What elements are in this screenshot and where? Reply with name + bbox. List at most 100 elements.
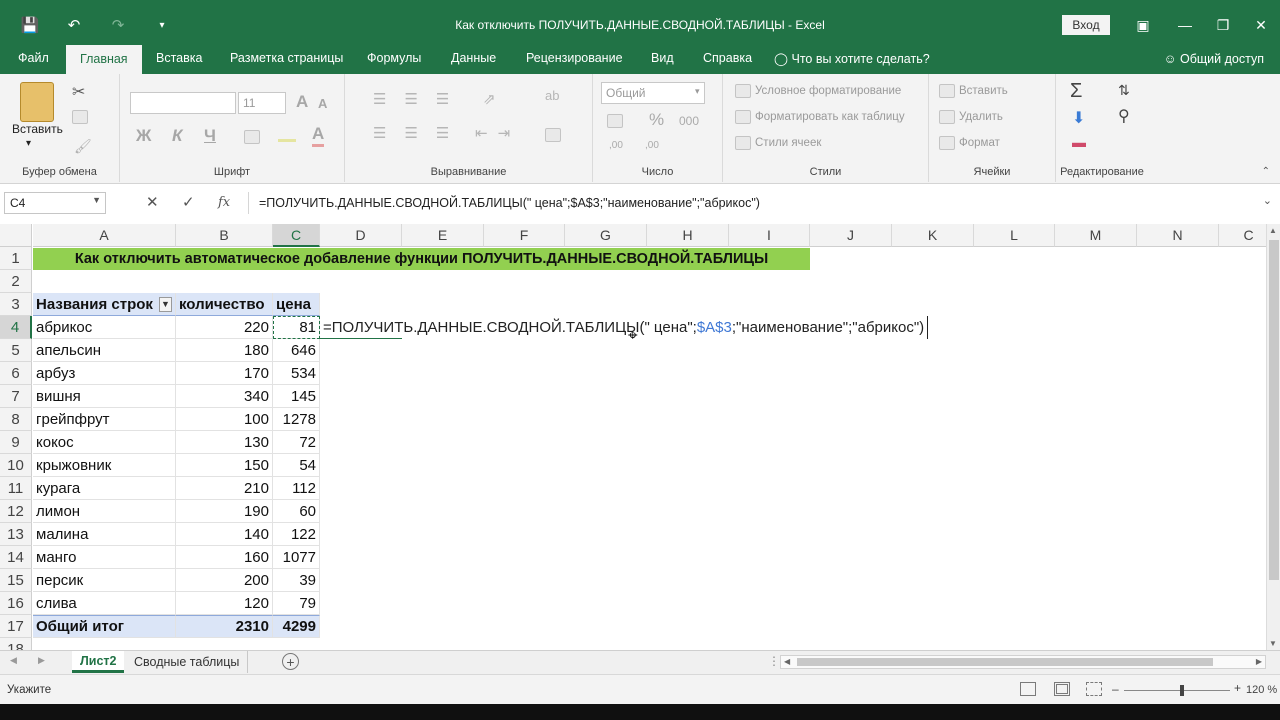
row-header-13[interactable]: 13 [0,523,32,546]
format-as-table-button[interactable]: Форматировать как таблицу [735,110,905,124]
horizontal-scrollbar[interactable]: ◀ ▶ [780,655,1266,669]
tell-me-search[interactable]: ◯ Что вы хотите сделать? [774,51,930,66]
row-header-5[interactable]: 5 [0,339,32,362]
vertical-align-icons[interactable]: ☰☰☰ [373,90,467,108]
row-header-16[interactable]: 16 [0,592,32,615]
worksheet-grid[interactable]: A B C D E F G H I J K L M N C 1 2 3 4 5 … [0,224,1266,650]
wrap-text-icon[interactable]: ab [545,88,559,103]
pivot-row-label[interactable]: персик [33,569,176,592]
row-header-9[interactable]: 9 [0,431,32,454]
pivot-quantity-cell[interactable]: 160 [176,546,273,569]
tab-formulas[interactable]: Формулы [367,51,421,65]
select-all-button[interactable] [0,224,32,247]
scroll-right-icon[interactable]: ▶ [1256,657,1262,666]
pivot-price-cell[interactable]: 54 [273,454,320,477]
tab-page-layout[interactable]: Разметка страницы [230,51,343,65]
cut-icon[interactable]: ✂ [72,82,85,102]
pivot-quantity-cell[interactable]: 120 [176,592,273,615]
column-header-j[interactable]: J [810,224,892,247]
tab-file[interactable]: Файл [18,51,49,65]
pivot-price-cell[interactable]: 1077 [273,546,320,569]
cell-styles-button[interactable]: Стили ячеек [735,136,821,150]
tab-split-handle-icon[interactable]: ⋮ [768,654,780,668]
horizontal-align-icons[interactable]: ☰☰☰ [373,124,467,142]
formula-input[interactable]: =ПОЛУЧИТЬ.ДАННЫЕ.СВОДНОЙ.ТАБЛИЦЫ(" цена"… [248,192,1256,214]
tab-data[interactable]: Данные [451,51,496,65]
sheet-next-icon[interactable]: ▶ [38,655,45,666]
merge-center-icon[interactable] [545,128,561,142]
copy-icon[interactable] [72,110,88,124]
fill-icon[interactable]: ⬇ [1072,108,1085,128]
paste-button[interactable]: Вставить [12,122,63,136]
format-painter-icon[interactable]: 🖌 [74,138,92,155]
add-sheet-icon[interactable]: + [282,653,299,670]
page-layout-view-icon[interactable] [1054,682,1070,696]
shrink-font-icon[interactable]: A [318,96,327,111]
row-header-3[interactable]: 3 [0,293,32,316]
title-banner-cell[interactable]: Как отключить автоматическое добавление … [33,248,810,270]
pivot-header-quantity[interactable]: количество [176,293,273,316]
row-header-4[interactable]: 4 [0,316,32,339]
column-header-l[interactable]: L [974,224,1055,247]
sort-filter-icon[interactable]: ⇅ [1118,82,1130,99]
column-header-o[interactable]: C [1219,224,1266,247]
row-header-2[interactable]: 2 [0,270,32,293]
pivot-price-cell[interactable]: 79 [273,592,320,615]
tab-home[interactable]: Главная [66,45,142,74]
format-cells-button[interactable]: Формат [939,136,1000,150]
sheet-prev-icon[interactable]: ◀ [10,655,17,666]
pivot-quantity-cell[interactable]: 150 [176,454,273,477]
filter-dropdown-icon[interactable]: ▼ [158,296,172,312]
column-header-e[interactable]: E [402,224,484,247]
scroll-up-icon[interactable]: ▲ [1269,226,1277,235]
pivot-row-label[interactable]: грейпфрут [33,408,176,431]
row-header-6[interactable]: 6 [0,362,32,385]
row-header-17[interactable]: 17 [0,615,32,638]
pivot-price-cell[interactable]: 145 [273,385,320,408]
pivot-quantity-cell[interactable]: 140 [176,523,273,546]
page-break-view-icon[interactable] [1086,682,1102,696]
column-header-d[interactable]: D [320,224,402,247]
pivot-quantity-cell[interactable]: 170 [176,362,273,385]
column-header-g[interactable]: G [565,224,647,247]
font-name-input[interactable] [130,92,236,114]
pivot-quantity-cell[interactable]: 340 [176,385,273,408]
conditional-formatting-button[interactable]: Условное форматирование [735,84,901,98]
pivot-row-label[interactable]: малина [33,523,176,546]
paste-dropdown-icon[interactable]: ▾ [26,138,31,149]
column-header-h[interactable]: H [647,224,729,247]
row-header-14[interactable]: 14 [0,546,32,569]
pivot-price-cell[interactable]: 122 [273,523,320,546]
pivot-price-cell[interactable]: 72 [273,431,320,454]
column-header-c[interactable]: C [273,224,320,247]
sheet-tab-pivot-tables[interactable]: Сводные таблицы [126,651,249,673]
pivot-row-label[interactable]: крыжовник [33,454,176,477]
number-format-dropdown-icon[interactable]: ▾ [695,86,700,97]
row-header-18[interactable]: 18 [0,638,32,650]
column-header-a[interactable]: A [33,224,176,247]
comma-style-icon[interactable]: 000 [679,114,699,128]
row-header-15[interactable]: 15 [0,569,32,592]
paste-icon[interactable] [20,82,54,122]
pivot-header-row-labels[interactable]: Названия строк ▼ [33,293,176,316]
row-header-12[interactable]: 12 [0,500,32,523]
pivot-quantity-cell[interactable]: 180 [176,339,273,362]
zoom-level[interactable]: 120 % [1246,684,1277,696]
share-button[interactable]: ☺ Общий доступ [1164,52,1264,66]
vertical-scroll-thumb[interactable] [1269,240,1279,580]
pivot-grand-total-price[interactable]: 4299 [273,615,320,638]
pivot-quantity-cell[interactable]: 210 [176,477,273,500]
pivot-row-label[interactable]: кокос [33,431,176,454]
column-header-f[interactable]: F [484,224,565,247]
borders-icon[interactable] [244,130,260,144]
pivot-price-cell[interactable]: 39 [273,569,320,592]
pivot-price-cell[interactable]: 112 [273,477,320,500]
pivot-row-label[interactable]: апельсин [33,339,176,362]
pivot-grand-total-label[interactable]: Общий итог [33,615,176,638]
number-format-select[interactable]: Общий [601,82,705,104]
row-header-8[interactable]: 8 [0,408,32,431]
orientation-icon[interactable]: ⇗ [483,90,496,108]
minimize-icon[interactable]: — [1170,14,1200,36]
active-cell-d4-editing[interactable]: =ПОЛУЧИТЬ.ДАННЫЕ.СВОДНОЙ.ТАБЛИЦЫ(" цена"… [320,316,929,339]
vertical-scrollbar[interactable]: ▲ ▼ [1266,224,1280,650]
